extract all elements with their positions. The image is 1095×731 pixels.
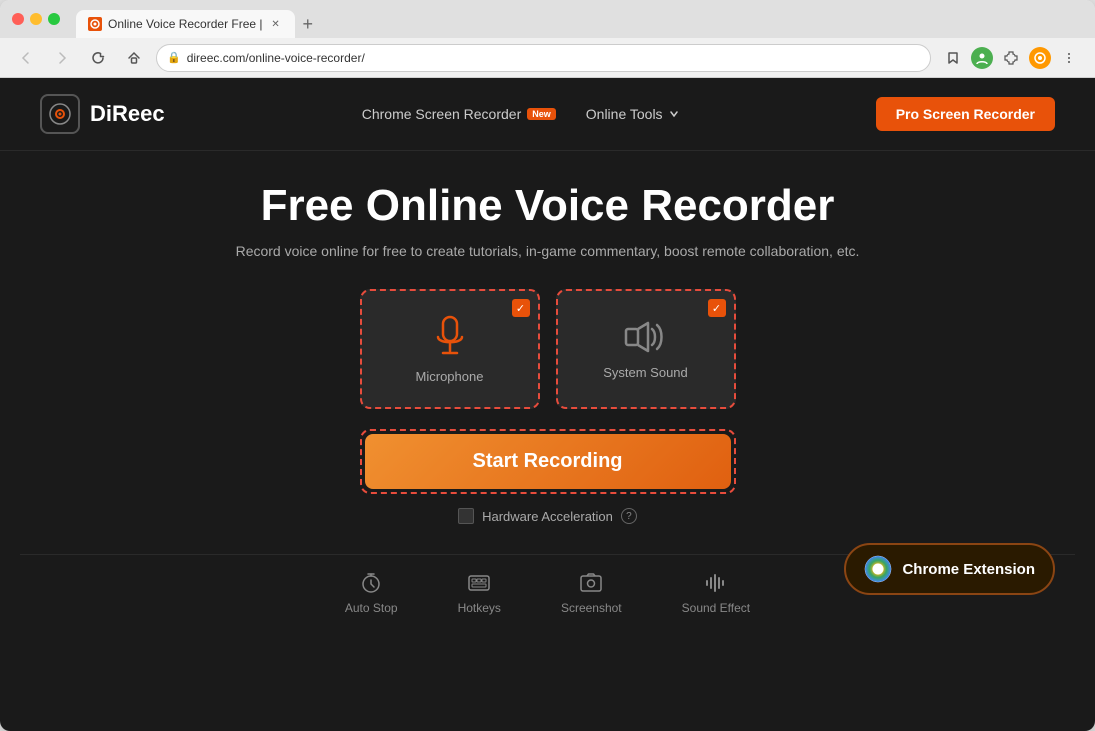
- browser-titlebar: Online Voice Recorder Free | ✕ +: [0, 0, 1095, 38]
- tab-favicon: [88, 17, 102, 31]
- system-sound-label: System Sound: [603, 365, 688, 380]
- hero-subtitle: Record voice online for free to create t…: [236, 243, 860, 259]
- feature-screenshot[interactable]: Screenshot: [561, 571, 622, 615]
- system-sound-checkbox[interactable]: ✓: [708, 299, 726, 317]
- start-recording-wrap: Start Recording: [360, 429, 736, 494]
- chrome-logo-icon: [864, 555, 892, 583]
- feature-auto-stop-label: Auto Stop: [345, 601, 398, 615]
- address-text: direec.com/online-voice-recorder/: [187, 51, 365, 65]
- extensions-button[interactable]: [997, 44, 1025, 72]
- start-recording-button[interactable]: Start Recording: [365, 434, 731, 489]
- hardware-help-icon[interactable]: ?: [621, 508, 637, 524]
- feature-screenshot-label: Screenshot: [561, 601, 622, 615]
- feature-hotkeys-label: Hotkeys: [458, 601, 501, 615]
- traffic-lights: [12, 13, 60, 25]
- back-button[interactable]: [12, 44, 40, 72]
- close-button[interactable]: [12, 13, 24, 25]
- tab-bar: Online Voice Recorder Free | ✕ +: [76, 0, 321, 38]
- website-content: DiReec Chrome Screen Recorder New Online…: [0, 78, 1095, 731]
- feature-sound-effect[interactable]: Sound Effect: [682, 571, 751, 615]
- nav-online-tools[interactable]: Online Tools: [586, 106, 679, 122]
- menu-button[interactable]: [1055, 44, 1083, 72]
- screenshot-icon: [579, 571, 603, 595]
- new-tab-button[interactable]: +: [295, 10, 322, 38]
- browser-toolbar: 🔒 direec.com/online-voice-recorder/: [0, 38, 1095, 78]
- toolbar-right: [939, 44, 1083, 72]
- bookmark-button[interactable]: [939, 44, 967, 72]
- reload-button[interactable]: [84, 44, 112, 72]
- browser-frame: Online Voice Recorder Free | ✕ + 🔒 diree…: [0, 0, 1095, 731]
- chrome-extension-button[interactable]: Chrome Extension: [844, 543, 1055, 595]
- hotkeys-icon: [467, 571, 491, 595]
- site-header: DiReec Chrome Screen Recorder New Online…: [0, 78, 1095, 151]
- logo-text: DiReec: [90, 101, 165, 127]
- lock-icon: 🔒: [167, 51, 181, 64]
- tab-title: Online Voice Recorder Free |: [108, 17, 263, 31]
- hardware-row: Hardware Acceleration ?: [458, 508, 637, 524]
- microphone-label: Microphone: [416, 369, 484, 384]
- dropdown-arrow-icon: [669, 109, 679, 119]
- direec-extension-icon[interactable]: [1029, 47, 1051, 69]
- microphone-checkbox[interactable]: ✓: [512, 299, 530, 317]
- auto-stop-icon: [359, 571, 383, 595]
- hardware-acceleration-checkbox[interactable]: [458, 508, 474, 524]
- maximize-button[interactable]: [48, 13, 60, 25]
- feature-auto-stop[interactable]: Auto Stop: [345, 571, 398, 615]
- system-sound-card[interactable]: ✓ System Sound: [556, 289, 736, 409]
- minimize-button[interactable]: [30, 13, 42, 25]
- system-sound-icon: [624, 319, 668, 355]
- chrome-extension-label: Chrome Extension: [902, 561, 1035, 578]
- feature-hotkeys[interactable]: Hotkeys: [458, 571, 501, 615]
- address-bar[interactable]: 🔒 direec.com/online-voice-recorder/: [156, 44, 931, 72]
- sound-effect-icon: [704, 571, 728, 595]
- active-tab[interactable]: Online Voice Recorder Free | ✕: [76, 10, 295, 38]
- new-badge: New: [527, 108, 556, 120]
- hardware-acceleration-label: Hardware Acceleration: [482, 509, 613, 524]
- profile-button[interactable]: [971, 47, 993, 69]
- logo: DiReec: [40, 94, 165, 134]
- pro-screen-recorder-button[interactable]: Pro Screen Recorder: [876, 97, 1055, 131]
- nav-center: Chrome Screen Recorder New Online Tools: [362, 106, 679, 122]
- logo-icon: [40, 94, 80, 134]
- home-button[interactable]: [120, 44, 148, 72]
- feature-sound-effect-label: Sound Effect: [682, 601, 751, 615]
- forward-button[interactable]: [48, 44, 76, 72]
- hero-title: Free Online Voice Recorder: [261, 181, 835, 231]
- main-content: Free Online Voice Recorder Record voice …: [0, 151, 1095, 635]
- microphone-card[interactable]: ✓ Microphone: [360, 289, 540, 409]
- recording-options: ✓ Microphone ✓: [360, 289, 736, 409]
- nav-chrome-screen-recorder[interactable]: Chrome Screen Recorder New: [362, 106, 556, 122]
- tab-close-button[interactable]: ✕: [269, 17, 283, 31]
- microphone-icon: [432, 315, 468, 359]
